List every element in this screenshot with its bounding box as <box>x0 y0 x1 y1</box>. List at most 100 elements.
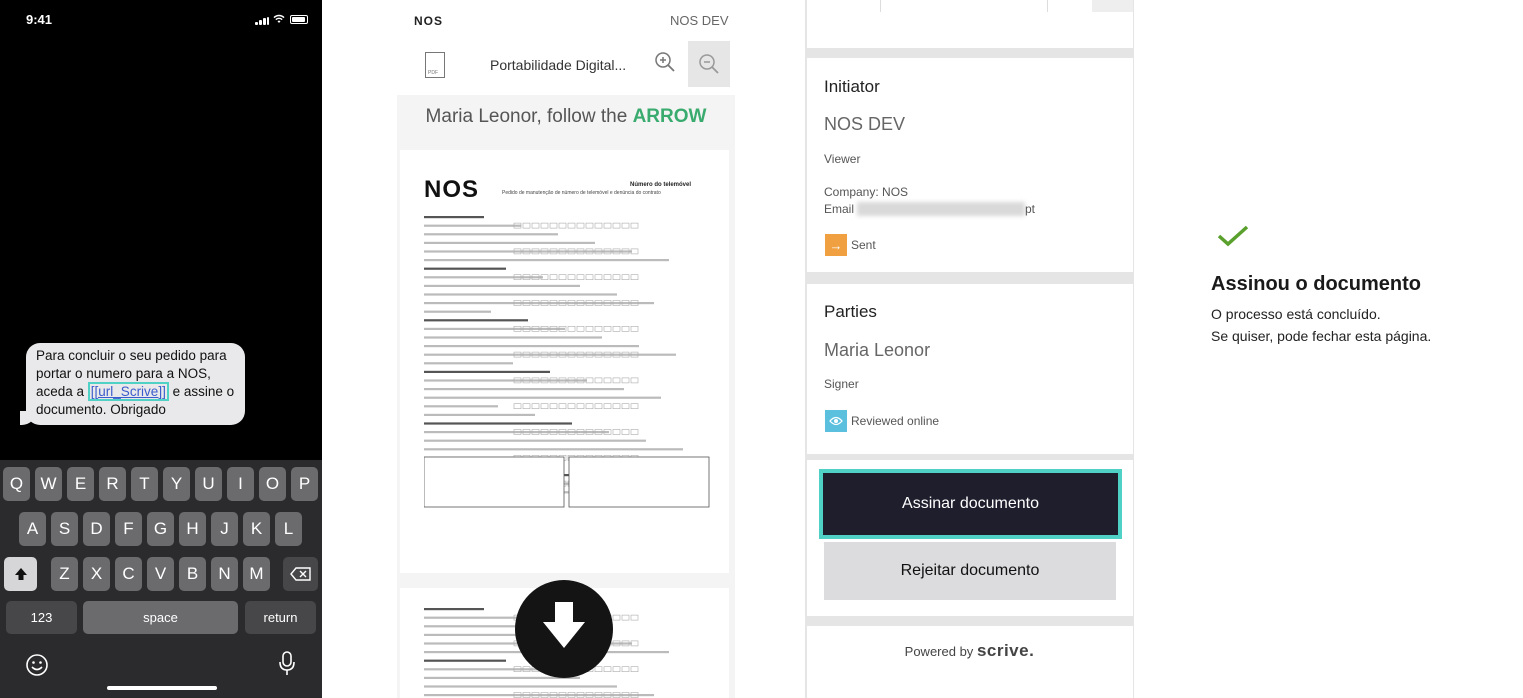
key-m[interactable]: M <box>243 557 270 591</box>
form-input-box <box>549 403 558 409</box>
key-space[interactable]: space <box>83 601 238 634</box>
form-input-box <box>531 403 540 409</box>
initiator-email-suffix: pt <box>1025 202 1036 216</box>
follow-arrow-word: ARROW <box>632 106 707 127</box>
reject-document-button[interactable]: Rejeitar documento <box>824 542 1116 600</box>
form-input-box <box>522 222 531 229</box>
key-f[interactable]: F <box>115 512 142 546</box>
form-line <box>424 685 617 688</box>
shift-key[interactable] <box>4 557 37 591</box>
initiator-email-label: Email <box>824 202 855 216</box>
key-u[interactable]: U <box>195 467 222 501</box>
sign-document-button[interactable]: Assinar documento <box>819 469 1122 539</box>
form-input-box <box>630 403 639 409</box>
zoom-in-icon[interactable] <box>653 50 677 74</box>
completion-message-1: O processo está concluído. <box>1211 306 1381 322</box>
key-k[interactable]: K <box>243 512 270 546</box>
key-l[interactable]: L <box>275 512 302 546</box>
sms-link[interactable]: [[url_Scrive]] <box>87 382 169 401</box>
form-line <box>424 422 572 425</box>
form-input-box <box>576 403 585 409</box>
form-line <box>424 431 609 434</box>
key-123[interactable]: 123 <box>6 601 77 634</box>
key-q[interactable]: Q <box>3 467 30 501</box>
key-z[interactable]: Z <box>51 557 78 591</box>
key-w[interactable]: W <box>35 467 62 501</box>
document-title: Portabilidade Digital... <box>490 57 627 73</box>
microphone-icon[interactable] <box>278 651 296 677</box>
form-line <box>424 310 491 313</box>
phone-screen: 9:41 Para concluir o seu pedido para por… <box>0 0 322 698</box>
form-input-box <box>621 326 630 332</box>
form-line <box>424 284 580 287</box>
form-line <box>424 259 669 262</box>
key-j[interactable]: J <box>211 512 238 546</box>
key-return[interactable]: return <box>245 601 316 634</box>
download-pdf-icon[interactable] <box>425 52 445 78</box>
key-p[interactable]: P <box>291 467 318 501</box>
key-o[interactable]: O <box>259 467 286 501</box>
party-status: Reviewed online <box>851 414 940 428</box>
form-input-box <box>603 666 612 673</box>
backspace-key[interactable] <box>283 557 318 591</box>
form-line <box>424 388 624 391</box>
footer-card <box>807 626 1133 698</box>
eye-icon <box>825 410 847 432</box>
form-line <box>424 616 521 619</box>
form-input-box <box>621 429 630 435</box>
key-e[interactable]: E <box>67 467 94 501</box>
scrive-logo: scrive. <box>976 641 1035 660</box>
initiator-heading: Initiator <box>824 77 880 96</box>
form-input-box <box>594 326 603 332</box>
form-line <box>424 319 528 322</box>
form-input-box <box>621 614 630 621</box>
form-input-box <box>585 326 594 332</box>
completion-title: Assinou o documento <box>1211 273 1421 295</box>
form-line <box>424 345 639 348</box>
form-content-thumbnail <box>424 216 710 508</box>
brand-logo: NOS <box>414 14 444 28</box>
form-input-box <box>567 326 576 332</box>
form-input-box <box>612 429 621 435</box>
key-i[interactable]: I <box>227 467 254 501</box>
key-x[interactable]: X <box>83 557 110 591</box>
initiator-name: NOS DEV <box>824 114 906 134</box>
key-s[interactable]: S <box>51 512 78 546</box>
form-line <box>424 405 498 408</box>
key-n[interactable]: N <box>211 557 238 591</box>
key-v[interactable]: V <box>147 557 174 591</box>
form-line <box>424 668 543 671</box>
key-b[interactable]: B <box>179 557 206 591</box>
form-line <box>424 250 632 253</box>
key-h[interactable]: H <box>179 512 206 546</box>
form-input-box <box>612 614 621 621</box>
document-page: NOS Número do telemóvel Pedido de manute… <box>400 150 729 573</box>
form-input-box <box>522 403 531 409</box>
key-r[interactable]: R <box>99 467 126 501</box>
form-line <box>424 276 543 279</box>
form-input-box <box>612 222 621 229</box>
form-input-box <box>594 403 603 409</box>
signature-box <box>424 456 565 508</box>
form-input-box <box>621 666 630 673</box>
form-input-box <box>513 403 522 409</box>
key-t[interactable]: T <box>131 467 158 501</box>
key-c[interactable]: C <box>115 557 142 591</box>
key-y[interactable]: Y <box>163 467 190 501</box>
zoom-out-icon[interactable] <box>697 52 721 76</box>
form-subtitle: Pedido de manutenção de número de telemó… <box>502 190 661 196</box>
party-role: Signer <box>824 377 859 391</box>
form-input-box <box>630 274 639 281</box>
key-a[interactable]: A <box>19 512 46 546</box>
emoji-icon[interactable] <box>25 653 49 677</box>
form-input-box <box>621 403 630 409</box>
key-d[interactable]: D <box>83 512 110 546</box>
form-input-box <box>612 377 621 384</box>
form-line <box>424 216 484 219</box>
scroll-down-arrow-button[interactable] <box>515 580 613 678</box>
form-line <box>424 608 484 611</box>
sms-bubble: Para concluir o seu pedido para portar o… <box>20 343 245 425</box>
form-input-box <box>612 403 621 409</box>
key-g[interactable]: G <box>147 512 174 546</box>
form-line <box>424 233 558 236</box>
